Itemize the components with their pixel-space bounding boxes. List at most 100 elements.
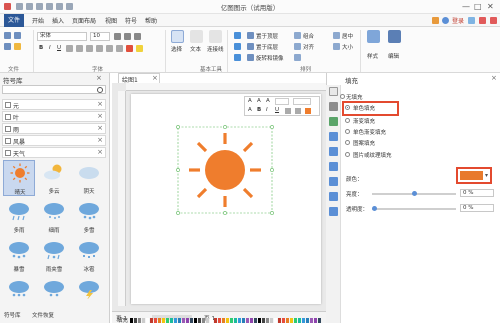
palette-swatch[interactable]: [310, 318, 313, 323]
font-size-select[interactable]: 10: [90, 32, 110, 41]
palette-swatch[interactable]: [158, 318, 161, 323]
palette-swatch[interactable]: [314, 318, 317, 323]
palette-swatch[interactable]: [202, 318, 205, 323]
color-picker-swatch[interactable]: [460, 171, 483, 180]
palette-swatch[interactable]: [254, 318, 257, 323]
category-checkbox[interactable]: [5, 102, 11, 108]
settings-icon[interactable]: [479, 17, 486, 24]
tab-help[interactable]: 帮助: [145, 16, 157, 25]
option-no-fill[interactable]: 无填充: [346, 93, 363, 101]
underline-button[interactable]: U: [275, 107, 279, 113]
palette-swatch[interactable]: [262, 318, 265, 323]
align-icon[interactable]: [294, 43, 301, 50]
shape-fill-icon[interactable]: [234, 32, 241, 39]
text-tool-label[interactable]: 文本: [190, 45, 201, 53]
brightness-slider[interactable]: [372, 191, 456, 196]
edit-label[interactable]: 编辑: [388, 52, 399, 60]
shadow-icon[interactable]: [329, 117, 338, 126]
remove-category-icon[interactable]: ×: [97, 112, 103, 120]
transparency-slider-knob[interactable]: [372, 206, 377, 211]
shrink-font-button[interactable]: A: [266, 98, 270, 104]
font-name-select[interactable]: 宋体: [37, 32, 87, 41]
symbol-drizzle[interactable]: 细雨: [38, 199, 70, 235]
symbol-snow-shower[interactable]: [38, 277, 70, 313]
palette-swatch[interactable]: [214, 318, 217, 323]
align-left-icon[interactable]: [106, 45, 113, 52]
login-link[interactable]: 登录: [452, 16, 464, 25]
palette-swatch[interactable]: [138, 318, 141, 323]
style-icon[interactable]: [367, 30, 380, 43]
brightness-slider-knob[interactable]: [412, 191, 417, 196]
bring-to-front-icon[interactable]: [247, 32, 254, 39]
close-icon[interactable]: ×: [96, 74, 102, 82]
image-icon[interactable]: [329, 132, 338, 141]
symbol-sunny[interactable]: 晴天: [3, 160, 35, 196]
tab-home[interactable]: 开始: [32, 16, 44, 25]
option-pattern-fill[interactable]: 图案填充: [353, 139, 375, 147]
radio-picture-fill[interactable]: [345, 152, 350, 157]
palette-swatch[interactable]: [238, 318, 241, 323]
symbol-blizzard[interactable]: 暴雪: [3, 238, 35, 274]
palette-swatch[interactable]: [234, 318, 237, 323]
radio-no-fill[interactable]: [340, 94, 345, 99]
italic-button[interactable]: I: [266, 107, 268, 113]
font-style-button[interactable]: A: [248, 98, 252, 104]
tab-view[interactable]: 视图: [105, 16, 117, 25]
palette-swatch[interactable]: [134, 318, 137, 323]
transparency-value-field[interactable]: 0 %: [460, 204, 494, 212]
remove-category-icon[interactable]: ×: [97, 100, 103, 108]
palette-swatch[interactable]: [270, 318, 273, 323]
library-category-row[interactable]: 元 ×: [2, 99, 106, 110]
palette-swatch[interactable]: [190, 318, 193, 323]
category-checkbox[interactable]: [5, 114, 11, 120]
group-icon[interactable]: [294, 32, 301, 39]
category-checkbox[interactable]: [5, 150, 11, 156]
search-icon[interactable]: [97, 87, 103, 93]
palette-swatch[interactable]: [178, 318, 181, 323]
symbol-snowy[interactable]: 多雪: [73, 199, 105, 235]
tab-symbol[interactable]: 符号: [125, 16, 137, 25]
palette-swatch[interactable]: [226, 318, 229, 323]
layer-icon[interactable]: [329, 162, 338, 171]
category-checkbox[interactable]: [5, 138, 11, 144]
share-icon[interactable]: [468, 17, 475, 24]
palette-swatch[interactable]: [174, 318, 177, 323]
palette-swatch[interactable]: [210, 318, 213, 323]
minimize-button[interactable]: —: [462, 2, 470, 11]
underline-icon[interactable]: U: [57, 45, 61, 51]
copy-icon[interactable]: [14, 32, 21, 39]
line-color-icon[interactable]: [234, 43, 241, 50]
option-picture-fill[interactable]: 图片或纹理填充: [353, 151, 392, 159]
palette-swatch[interactable]: [230, 318, 233, 323]
select-tool-label[interactable]: 选择: [171, 45, 182, 53]
option-gradient-fill[interactable]: 渐变填充: [353, 117, 375, 125]
highlight-icon[interactable]: [136, 45, 143, 52]
palette-swatch[interactable]: [150, 318, 153, 323]
bullets-icon[interactable]: [96, 45, 103, 52]
comment-icon[interactable]: [329, 192, 338, 201]
font-name-field[interactable]: [293, 98, 311, 105]
rotate-mirror-label[interactable]: 旋转和镜像: [256, 54, 284, 62]
library-search-input[interactable]: [2, 85, 106, 94]
tab-file-recovery[interactable]: 文件恢复: [32, 311, 54, 319]
font-color-icon[interactable]: [126, 45, 133, 52]
hyperlink-icon[interactable]: [329, 177, 338, 186]
palette-swatch[interactable]: [302, 318, 305, 323]
font-color-button[interactable]: A: [248, 107, 252, 113]
palette-swatch[interactable]: [130, 318, 133, 323]
center-label[interactable]: 居中: [342, 32, 353, 40]
symbol-cloudy[interactable]: 多云: [38, 160, 70, 196]
bold-button[interactable]: B: [257, 107, 261, 113]
connector-tool-icon[interactable]: [209, 30, 222, 43]
align-icon[interactable]: [285, 108, 291, 114]
palette-swatch[interactable]: [194, 318, 197, 323]
tab-insert[interactable]: 插入: [52, 16, 64, 25]
close-icon[interactable]: ×: [491, 74, 497, 82]
bold-icon[interactable]: B: [39, 45, 43, 51]
remove-category-icon[interactable]: ×: [97, 124, 103, 132]
document-tab[interactable]: 绘图1 ×: [118, 73, 160, 84]
palette-swatch[interactable]: [182, 318, 185, 323]
tab-page-layout[interactable]: 页面布局: [72, 16, 96, 25]
palette-swatch[interactable]: [306, 318, 309, 323]
brightness-value-field[interactable]: 0 %: [460, 189, 494, 197]
